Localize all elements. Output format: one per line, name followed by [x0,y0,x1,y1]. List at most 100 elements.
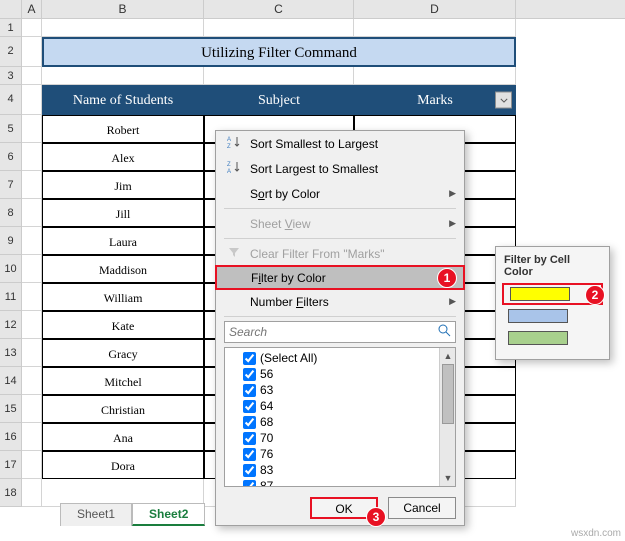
scroll-up-icon[interactable]: ▲ [440,348,456,364]
tab-sheet2[interactable]: Sheet2 [132,503,205,526]
sort-asc-icon: AZ [224,135,244,152]
filter-context-menu: AZ Sort Smallest to Largest ZA Sort Larg… [215,130,465,526]
svg-text:A: A [227,169,231,174]
color-option-yellow[interactable]: 2 [502,283,603,305]
number-filters-item[interactable]: Number Filters ▶ [216,289,464,314]
row-header[interactable]: 13 [0,339,22,367]
sort-desc-item[interactable]: ZA Sort Largest to Smallest [216,156,464,181]
color-option-blue[interactable] [502,305,603,327]
menu-label: Sort Largest to Smallest [250,162,456,176]
col-header-a[interactable]: A [22,0,42,18]
clear-filter-icon [224,245,244,262]
check-item[interactable]: 87 [225,478,455,487]
student-name-cell[interactable]: Laura [42,227,204,255]
check-item[interactable]: 68 [225,414,455,430]
filter-by-color-submenu: Filter by Cell Color 2 [495,246,610,360]
check-select-all[interactable]: (Select All) [225,350,455,366]
scroll-down-icon[interactable]: ▼ [440,470,456,486]
search-icon [438,324,451,340]
row-header[interactable]: 3 [0,67,22,85]
title-cell[interactable]: Utilizing Filter Command [42,37,516,67]
checkbox[interactable] [243,384,256,397]
check-item[interactable]: 76 [225,446,455,462]
filter-search[interactable] [224,321,456,343]
check-label: 70 [260,431,273,445]
row-header[interactable]: 15 [0,395,22,423]
filter-dropdown-button[interactable] [495,92,512,109]
check-item[interactable]: 83 [225,462,455,478]
row-header[interactable]: 9 [0,227,22,255]
student-name-cell[interactable]: Robert [42,115,204,143]
row-header[interactable]: 2 [0,37,22,67]
student-name-cell[interactable]: Kate [42,311,204,339]
student-name-cell[interactable]: Alex [42,143,204,171]
check-label: 87 [260,479,273,487]
row-header[interactable]: 5 [0,115,22,143]
checkbox[interactable] [243,400,256,413]
student-name-cell[interactable]: William [42,283,204,311]
svg-text:A: A [227,137,231,143]
row-header[interactable]: 14 [0,367,22,395]
student-name-cell[interactable]: Mitchel [42,367,204,395]
row-header[interactable]: 10 [0,255,22,283]
student-name-cell[interactable]: Maddison [42,255,204,283]
checkbox[interactable] [243,352,256,365]
button-label: OK [335,502,352,516]
sort-desc-icon: ZA [224,160,244,177]
checkbox[interactable] [243,480,256,488]
student-name-cell[interactable]: Jim [42,171,204,199]
student-name-cell[interactable]: Jill [42,199,204,227]
row-header[interactable]: 11 [0,283,22,311]
callout-2: 2 [585,285,605,305]
checkbox[interactable] [243,368,256,381]
student-name-cell[interactable]: Gracy [42,339,204,367]
sort-asc-item[interactable]: AZ Sort Smallest to Largest [216,131,464,156]
col-header-b[interactable]: B [42,0,204,18]
col-header-c[interactable]: C [204,0,354,18]
filter-by-color-item[interactable]: Filter by Color ▶ 1 [215,265,465,290]
check-label: (Select All) [260,351,317,365]
ok-button[interactable]: OK 3 [310,497,378,519]
row-header[interactable]: 12 [0,311,22,339]
checkbox[interactable] [243,432,256,445]
scrollbar[interactable]: ▲ ▼ [439,348,455,486]
check-item[interactable]: 70 [225,430,455,446]
table-header-name[interactable]: Name of Students [42,85,204,115]
check-item[interactable]: 56 [225,366,455,382]
col-header-d[interactable]: D [354,0,516,18]
check-label: 83 [260,463,273,477]
row-header[interactable]: 6 [0,143,22,171]
row-header[interactable]: 8 [0,199,22,227]
sort-by-color-item[interactable]: Sort by Color ▶ [216,181,464,206]
sheet-tabs: Sheet1 Sheet2 [60,503,205,526]
row-header[interactable]: 1 [0,19,22,37]
row-header[interactable]: 7 [0,171,22,199]
filter-checklist[interactable]: (Select All) 5663 646870 76 83 87 ▲ ▼ [224,347,456,487]
check-item[interactable]: 64 [225,398,455,414]
check-label: 64 [260,399,273,413]
cancel-button[interactable]: Cancel [388,497,456,519]
column-headers: A B C D [0,0,625,19]
row-header[interactable]: 16 [0,423,22,451]
scroll-thumb[interactable] [442,364,454,424]
checkbox[interactable] [243,448,256,461]
checkbox[interactable] [243,464,256,477]
select-all-corner[interactable] [0,0,22,18]
search-input[interactable] [229,325,438,339]
tab-sheet1[interactable]: Sheet1 [60,503,132,526]
table-header-subject[interactable]: Subject [204,85,354,115]
check-item[interactable]: 63 [225,382,455,398]
checkbox[interactable] [243,416,256,429]
color-option-green[interactable] [502,327,603,349]
menu-label: Sort by Color [250,187,440,201]
row-header[interactable]: 4 [0,85,22,115]
student-name-cell[interactable]: Ana [42,423,204,451]
check-label: 76 [260,447,273,461]
student-name-cell[interactable]: Dora [42,451,204,479]
row-header[interactable]: 18 [0,479,22,507]
table-header-marks[interactable]: Marks [354,85,516,115]
row-header[interactable]: 17 [0,451,22,479]
check-label: 63 [260,383,273,397]
svg-text:Z: Z [227,162,231,168]
student-name-cell[interactable]: Christian [42,395,204,423]
